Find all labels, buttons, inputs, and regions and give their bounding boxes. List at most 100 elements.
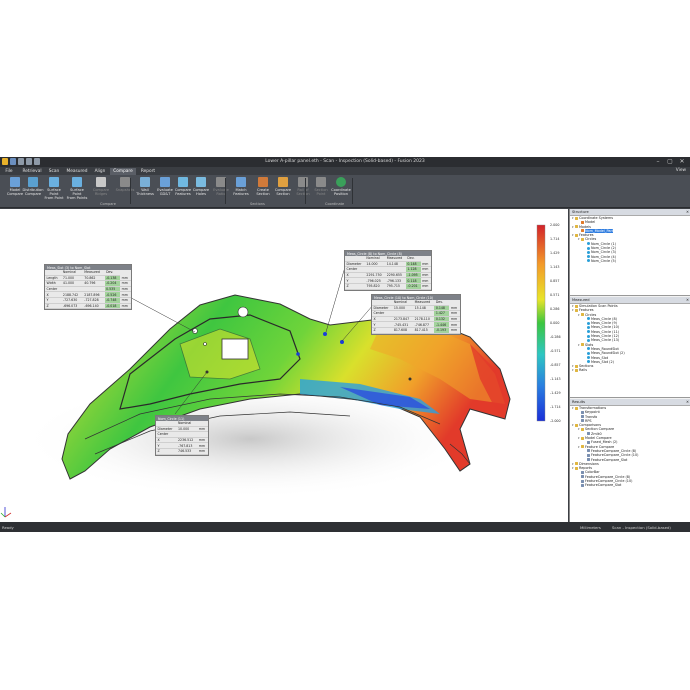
ribbon-button-match-features[interactable]: Match Features <box>230 177 252 203</box>
part-render[interactable] <box>0 209 568 522</box>
circ-icon <box>587 259 590 263</box>
measured-panel: Measured ✕ ▾ Simulation Scan Points ▾ Featur… <box>570 297 690 398</box>
tab-measured[interactable]: Measured <box>64 168 90 175</box>
folder-icon <box>575 364 578 368</box>
callout-cell: mm <box>120 303 131 310</box>
ribbon-button-wall-thickness[interactable]: Wall Thickness <box>134 177 156 203</box>
ribbon-button-surface-point-from-point[interactable]: Surface Point From Point <box>43 177 65 203</box>
folder-icon <box>581 436 584 440</box>
ribbon-tool-icon <box>196 177 206 187</box>
color-scale-label: -0.571 <box>550 349 561 353</box>
tab-retrieval[interactable]: Retrieval <box>20 168 44 175</box>
ribbon-button-compare-holes[interactable]: Compare Holes <box>190 177 212 203</box>
doc-icon <box>581 415 584 419</box>
ribbon-button-evaluate-ratio[interactable]: Evaluate Ratio <box>210 177 232 203</box>
tab-report[interactable]: Report <box>138 168 158 175</box>
tab-compare[interactable]: Compare <box>110 168 136 175</box>
tree-item[interactable]: ▾ Rails <box>570 368 690 372</box>
3d-viewport[interactable]: 2.000 1.714 1.429 1.143 0.857 0.571 0.286 0.000… <box>0 209 568 522</box>
circ-icon <box>587 246 590 250</box>
tab-align[interactable]: Align <box>92 168 108 175</box>
doc-icon <box>581 475 584 479</box>
ribbon-button-label: Wall Thickness <box>136 188 154 196</box>
callout-hole[interactable]: Nom_Circle (11) Nominal Diameter 10.000 mm C… <box>155 415 209 456</box>
ribbon-button-coordinate-position[interactable]: Coordinate Position <box>330 177 352 203</box>
folder-icon <box>575 462 578 466</box>
ribbon: Model Compare Distribution Compare Surface… <box>0 175 690 208</box>
ribbon-tool-icon <box>236 177 246 187</box>
callout-circle-10[interactable]: Meas_Circle (10) to Nom_Circle (10) Nomi… <box>371 294 461 335</box>
doc-icon <box>587 449 590 453</box>
color-scale-label: 1.143 <box>550 265 560 269</box>
doc-icon <box>587 458 590 462</box>
ribbon-button-label: Snapshots <box>115 188 135 192</box>
ribbon-separator <box>225 178 226 204</box>
ribbon-button-label: Section Point <box>314 188 328 196</box>
panel-header: Measured ✕ <box>570 297 690 304</box>
ribbon-group-label: Compare <box>100 202 116 206</box>
folder-icon <box>575 406 578 410</box>
ribbon-tool-icon <box>160 177 170 187</box>
ribbon-button-compare-section[interactable]: Compare Section <box>272 177 294 203</box>
maximize-icon[interactable]: ▢ <box>664 157 676 166</box>
circ-icon <box>587 242 590 246</box>
ribbon-button-snapshots[interactable]: Snapshots <box>114 177 136 203</box>
callout-cell: 746.533 <box>176 448 198 455</box>
ribbon-button-label: Compare Section <box>274 188 292 196</box>
ribbon-tool-icon <box>178 177 188 187</box>
callout-table: Nominal Measured Dev. Diameter 15.000 15.148 0… <box>372 300 460 334</box>
doc-icon <box>581 419 584 423</box>
ribbon-button-compare-ridges[interactable]: Compare Ridges <box>90 177 112 203</box>
color-scale-label: 0.286 <box>550 307 560 311</box>
ribbon-button-create-section[interactable]: Create Section <box>252 177 274 203</box>
tab-file[interactable]: File <box>2 168 16 175</box>
circ-icon <box>587 351 590 355</box>
status-bar: Ready Millimeters Scan - Inspection (Sol… <box>0 522 690 532</box>
callout-cell: Z <box>156 448 177 455</box>
ribbon-button-surface-point-from-points[interactable]: Surface Point From Points <box>66 177 88 203</box>
ribbon-tool-icon <box>120 177 130 187</box>
results-tree: ▾ Transformations Keypoint Transfo RPS ▾ Compa… <box>570 406 690 488</box>
view-menu[interactable]: View <box>676 168 686 173</box>
ribbon-tool-icon <box>49 177 59 187</box>
folder-icon <box>581 445 584 449</box>
results-panel: Results ✕ ▾ Transformations Keypoint Transfo… <box>570 399 690 522</box>
ribbon-button-label: Create Section <box>256 188 270 196</box>
ribbon-button-label: Surface Point From Points <box>66 188 88 200</box>
close-icon[interactable]: ✕ <box>676 157 688 166</box>
ribbon-tool-icon <box>336 177 346 187</box>
callout-table: Nominal Measured Dev. Length 71.000 70.862 -0.… <box>45 270 131 310</box>
ribbon-separator <box>305 178 306 204</box>
callout-cell: -0.193 <box>434 327 450 334</box>
folder-icon <box>581 427 584 431</box>
tree-item[interactable]: FeatureCompare_Slot <box>570 483 690 487</box>
callout-slot[interactable]: Meas_Slot (3) to Nom_Slot Nominal Measure… <box>44 264 132 311</box>
close-icon[interactable]: ✕ <box>686 209 689 215</box>
color-scale-label: 1.714 <box>550 237 560 241</box>
circ-icon <box>587 330 590 334</box>
tree-item[interactable]: Nom_Circle (5) <box>570 259 690 263</box>
callout-circle-8[interactable]: Meas_Circle (8) to Nom_Circle (8) Nomina… <box>344 250 432 291</box>
folder-icon <box>575 423 578 427</box>
mode-indicator: Scan - Inspection (Solid-based) <box>612 525 671 530</box>
color-scale-label: -2.000 <box>550 419 561 423</box>
measured-tree: ▾ Simulation Scan Points ▾ Features ▾ Circles… <box>570 304 690 373</box>
circ-icon <box>587 360 590 364</box>
close-icon[interactable]: ✕ <box>686 297 689 303</box>
color-scale-label: -0.857 <box>550 363 561 367</box>
circ-icon <box>587 250 590 254</box>
ribbon-button-label: Compare Holes <box>192 188 210 196</box>
color-scale-bar <box>536 224 546 422</box>
callout-cell: -696.073 <box>61 303 83 310</box>
tab-scan[interactable]: Scan <box>46 168 62 175</box>
ribbon-tool-icon <box>96 177 106 187</box>
tree-item-label: Rails <box>579 368 588 373</box>
minimize-icon[interactable]: – <box>652 157 664 166</box>
axis-triad <box>0 507 12 518</box>
ribbon-button-distribution-compare[interactable]: Distribution Compare <box>22 177 44 203</box>
units-indicator[interactable]: Millimeters <box>580 525 601 530</box>
ribbon-button-section-point[interactable]: Section Point <box>310 177 332 203</box>
callout-cell: Z <box>372 327 393 334</box>
close-icon[interactable]: ✕ <box>686 399 689 405</box>
folder-icon <box>581 313 584 317</box>
